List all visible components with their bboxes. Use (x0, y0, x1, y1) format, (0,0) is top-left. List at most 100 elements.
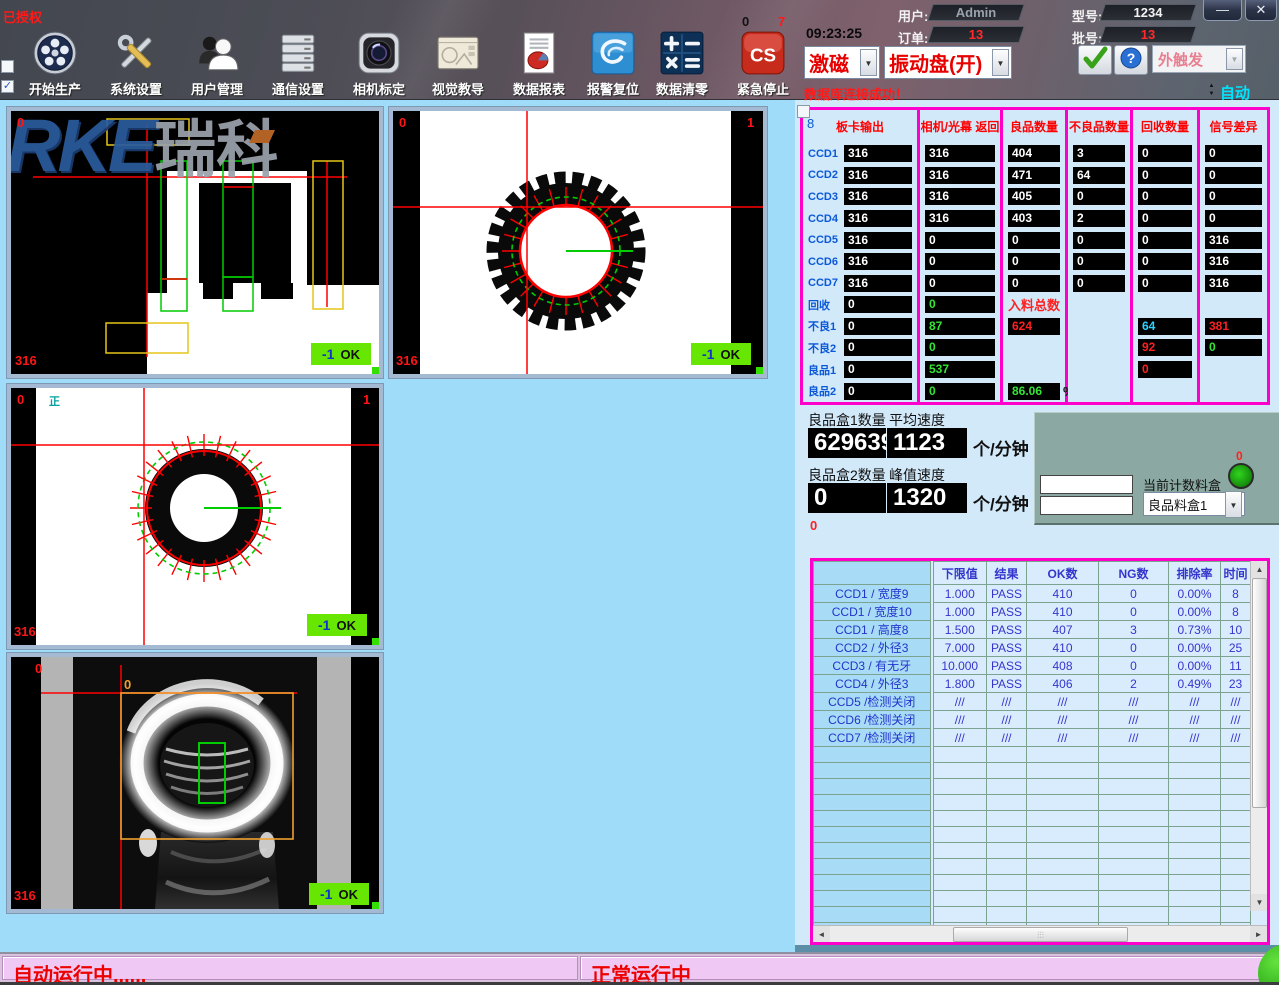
batch-field[interactable]: 13 (1099, 26, 1197, 43)
stats-row-label: CCD3 (808, 191, 844, 203)
stats-checkbox[interactable] (797, 105, 810, 118)
camera-panel-2: 0 1 316 -1OK (388, 106, 768, 379)
help-button[interactable]: ? (1114, 45, 1148, 75)
counter-input-2[interactable] (1040, 496, 1133, 515)
scroll-up-icon[interactable]: ▲ (1251, 561, 1268, 578)
result-empty-row (814, 827, 1251, 843)
scrollbar-thumb[interactable] (1252, 578, 1267, 808)
minimize-button[interactable]: — (1203, 0, 1242, 21)
panel-grip[interactable] (372, 902, 379, 909)
system-settings-icon (100, 30, 172, 76)
stats-value: 87 (925, 318, 995, 335)
toolbar-button-camera-calibration[interactable]: 相机标定 (343, 30, 415, 98)
result-row-name: CCD1 / 高度8 (814, 621, 932, 639)
chevron-down-icon[interactable]: ▼ (1225, 491, 1242, 518)
counter-input-1[interactable] (1040, 475, 1133, 494)
result-cell: /// (987, 693, 1027, 711)
camera-image-4: 0 (11, 657, 379, 909)
stats-column-0: 8板卡输出CCD1316CCD2316CCD3316CCD4316CCD5316… (803, 110, 917, 402)
close-button[interactable]: ✕ (1245, 0, 1277, 21)
toolbar-button-system-settings[interactable]: 系统设置 (100, 30, 172, 98)
result-cell: PASS (987, 585, 1027, 603)
stats-value: 0 (925, 253, 995, 270)
stats-value: 316 (844, 253, 912, 270)
scroll-left-icon[interactable]: ◄ (813, 926, 830, 943)
stats-value: 0 (1138, 210, 1192, 227)
panel-grip[interactable] (756, 367, 763, 374)
result-empty-row (814, 875, 1251, 891)
stats-value: 0 (1205, 188, 1262, 205)
scrollbar-thumb[interactable]: ⫶⫶⫶ (953, 927, 1128, 942)
frame-count: 316 (14, 624, 36, 639)
stats-row: 0 (920, 229, 1000, 251)
excite-dropdown-button[interactable]: 激磁 ▼ (804, 46, 880, 79)
stats-row: 0 (1133, 143, 1197, 165)
toolbar-button-alarm-reset[interactable]: 报警复位 (577, 30, 649, 98)
panel-grip[interactable] (372, 367, 379, 374)
result-row: CCD4 / 外径31.800PASS40620.49%23 (814, 675, 1251, 693)
stats-value: 0 (1138, 253, 1192, 270)
result-header-2: OK数 (1027, 562, 1099, 585)
toolbar-button-user-management[interactable]: 用户管理 (181, 30, 253, 98)
stats-row-label: 回收 (808, 297, 844, 313)
result-cell: 25 (1221, 639, 1251, 657)
toolbar-button-comm-settings[interactable]: 通信设置 (262, 30, 334, 98)
auto-spinner[interactable]: ▲▼ (1207, 82, 1216, 98)
toolbar-checkbox-2[interactable]: ✓ (1, 80, 14, 93)
rke-watermark: RKE瑞科 (11, 111, 272, 189)
stats-row-label: CCD4 (808, 213, 844, 225)
stats-value: 0 (844, 383, 912, 400)
toolbar-button-start-production[interactable]: 开始生产 (19, 30, 91, 98)
toolbar-button-data-report[interactable]: 数据报表 (503, 30, 575, 98)
panel-grip[interactable] (372, 638, 379, 645)
order-field[interactable]: 13 (927, 26, 1025, 43)
frame-index: 0 (35, 661, 42, 676)
stats-row (1003, 337, 1065, 359)
chevron-down-icon[interactable]: ▼ (992, 49, 1009, 76)
stats-row: 0 (1068, 272, 1130, 294)
user-field[interactable]: Admin (927, 4, 1025, 21)
result-row-name: CCD7 /检测关闭 (814, 729, 932, 747)
stats-row-label: 良品1 (808, 362, 844, 378)
stats-row-label: 良品2 (808, 383, 844, 399)
stats-row (1200, 380, 1267, 402)
stats-row-label: 不良2 (808, 340, 844, 356)
stats-row: 0 (1133, 165, 1197, 187)
horizontal-scrollbar[interactable]: ◄ ⫶⫶⫶ ► (813, 925, 1267, 942)
counter-box-combo[interactable]: 良品料盒1 ▼ (1143, 492, 1245, 516)
stats-row: 0 (920, 294, 1000, 316)
stats-value: 0 (1138, 167, 1192, 184)
stats-value: 0 (844, 296, 912, 313)
stats-row: 471 (1003, 165, 1065, 187)
stats-row (1133, 294, 1197, 316)
stats-row: 316 (1200, 229, 1267, 251)
toolbar-button-vision-teach[interactable]: 视觉教导 (422, 30, 494, 98)
result-cell: 0 (1099, 585, 1169, 603)
stats-value: 2 (1073, 210, 1125, 227)
right-data-column: 8板卡输出CCD1316CCD2316CCD3316CCD4316CCD5316… (795, 100, 1279, 952)
vertical-scrollbar[interactable]: ▲ ▼ (1250, 561, 1267, 911)
stats-row: CCD7316 (803, 272, 917, 294)
result-cell: PASS (987, 675, 1027, 693)
toolbar-checkbox-1[interactable] (1, 60, 14, 73)
result-cell: 10.000 (932, 657, 987, 675)
stats-column-4: 回收数量000000064920 (1133, 110, 1197, 402)
model-field[interactable]: 1234 (1099, 4, 1197, 21)
result-empty-row (814, 859, 1251, 875)
chevron-down-icon[interactable]: ▼ (860, 49, 877, 76)
stats-column-header: 相机/光幕 返回 (920, 110, 1000, 143)
confirm-button[interactable] (1078, 45, 1112, 75)
scroll-right-icon[interactable]: ► (1250, 926, 1267, 943)
vibrator-dropdown-button[interactable]: 振动盘(开) ▼ (884, 46, 1012, 79)
scroll-down-icon[interactable]: ▼ (1251, 894, 1268, 911)
trigger-combo[interactable]: 外触发 ▼ (1152, 45, 1246, 73)
stats-value: 316 (925, 145, 995, 162)
chevron-down-icon[interactable]: ▼ (1226, 48, 1243, 70)
frame-count: 316 (14, 888, 36, 903)
result-cell: 0.00% (1169, 657, 1221, 675)
camera-view-4: 0 0 316 -1OK (11, 657, 379, 909)
stats-row: 64 (1068, 165, 1130, 187)
toolbar-button-data-clear[interactable]: 数据清零 (646, 30, 718, 98)
toolbar-button-emergency-stop[interactable]: CS紧急停止 (727, 30, 799, 98)
stats-row: 624 (1003, 316, 1065, 338)
